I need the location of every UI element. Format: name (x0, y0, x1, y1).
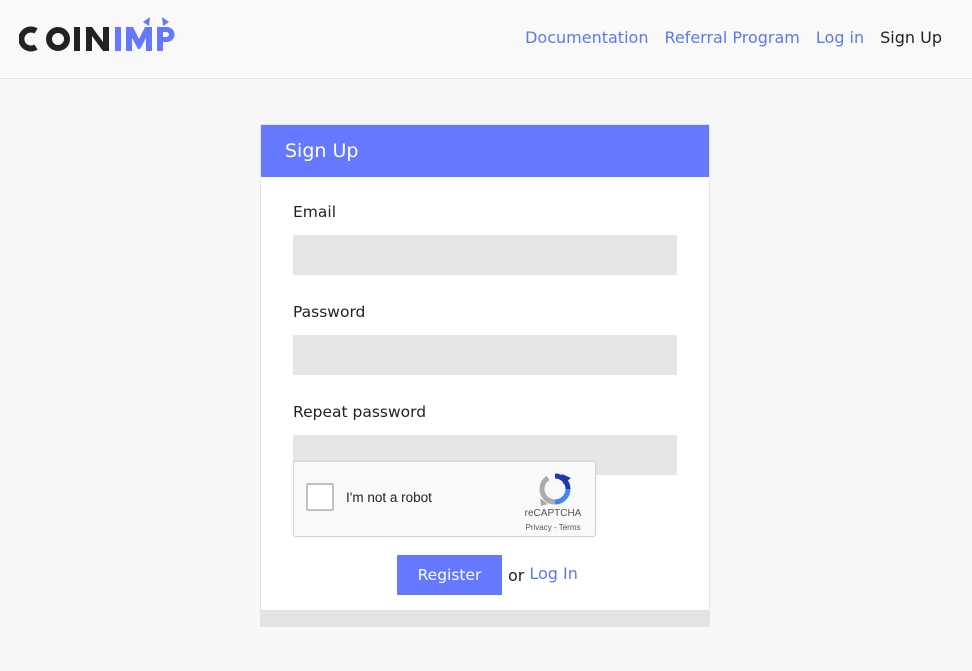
recaptcha-widget: I'm not a robot reCAPTCHA Privacy - Term… (293, 461, 596, 537)
email-label: Email (293, 203, 337, 221)
signup-form: Email Password Repeat password (293, 202, 677, 475)
nav-sign-up[interactable]: Sign Up (880, 28, 942, 47)
nav-referral-program[interactable]: Referral Program (664, 28, 799, 47)
coinimp-logo-icon (18, 17, 175, 52)
login-link[interactable]: Log In (529, 564, 578, 583)
register-button[interactable]: Register (397, 555, 502, 595)
recaptcha-brand: reCAPTCHA (524, 508, 582, 519)
coinimp-logo[interactable] (18, 16, 209, 62)
recaptcha-icon (539, 473, 571, 506)
password-label: Password (293, 303, 366, 321)
card-title: Sign Up (261, 125, 709, 177)
top-navbar: Documentation Referral Program Log in Si… (0, 0, 972, 79)
recaptcha-checkbox[interactable] (306, 483, 334, 511)
form-actions: Register or Log In (397, 555, 578, 595)
repeat-password-label: Repeat password (293, 403, 427, 421)
card-footer (261, 610, 709, 626)
password-field[interactable] (293, 335, 677, 375)
main-nav: Documentation Referral Program Log in Si… (525, 28, 942, 47)
nav-log-in[interactable]: Log in (816, 28, 864, 47)
recaptcha-privacy-terms[interactable]: Privacy - Terms (518, 523, 588, 532)
recaptcha-label: I'm not a robot (346, 490, 432, 505)
signup-card: Sign Up Email Password Repeat password I… (260, 124, 710, 627)
nav-documentation[interactable]: Documentation (525, 28, 648, 47)
email-field[interactable] (293, 235, 677, 275)
or-text: or (508, 565, 525, 585)
